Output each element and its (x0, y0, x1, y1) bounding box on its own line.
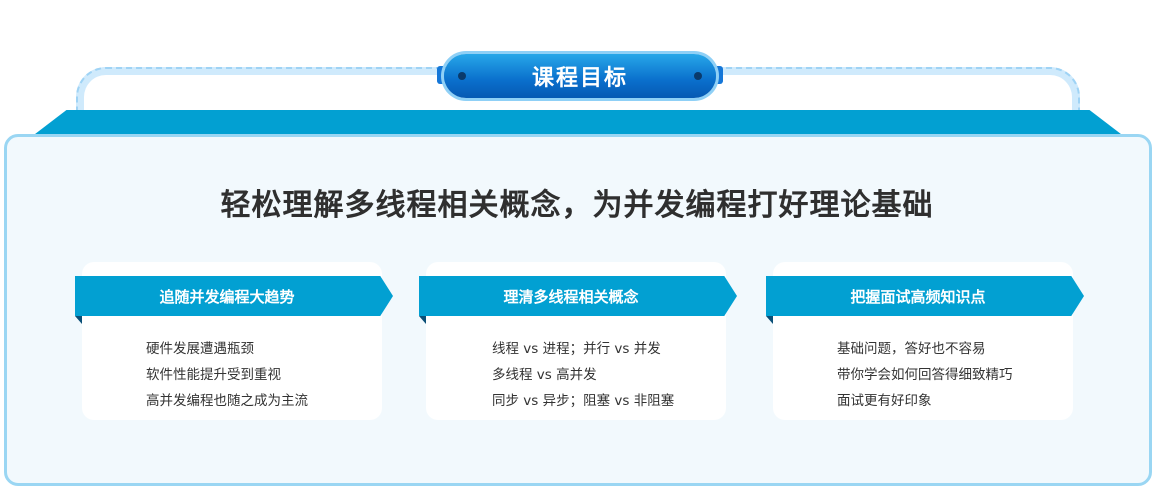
list-item: 同步 vs 异步；阻塞 vs 非阻塞 (492, 393, 675, 409)
list-item: 多线程 vs 高并发 (492, 367, 597, 383)
list-item: 带你学会如何回答得细致精巧 (837, 367, 1013, 383)
goal-card-3: 把握面试高频知识点 基础问题，答好也不容易 带你学会如何回答得细致精巧 面试更有… (766, 262, 1084, 420)
card-ribbon: 把握面试高频知识点 (766, 276, 1084, 316)
ribbon-fold (766, 316, 773, 324)
list-item: 基础问题，答好也不容易 (837, 341, 986, 357)
headline: 轻松理解多线程相关概念，为并发编程打好理论基础 (220, 188, 934, 223)
list-item: 高并发编程也随之成为主流 (146, 393, 308, 409)
card-heading: 追随并发编程大趋势 (159, 287, 295, 306)
list-item: 线程 vs 进程；并行 vs 并发 (492, 341, 661, 357)
card-list: 线程 vs 进程；并行 vs 并发 多线程 vs 高并发 同步 vs 异步；阻塞… (492, 336, 674, 414)
pill-dot-right (694, 72, 702, 80)
goal-card-2: 理清多线程相关概念 线程 vs 进程；并行 vs 并发 多线程 vs 高并发 同… (419, 262, 737, 420)
list-item: 软件性能提升受到重视 (146, 367, 281, 383)
goal-card-1: 追随并发编程大趋势 硬件发展遭遇瓶颈 软件性能提升受到重视 高并发编程也随之成为… (75, 262, 393, 420)
card-list: 硬件发展遭遇瓶颈 软件性能提升受到重视 高并发编程也随之成为主流 (146, 336, 308, 414)
card-ribbon: 理清多线程相关概念 (419, 276, 737, 316)
pill-dot-left (458, 72, 466, 80)
ribbon-fold (75, 316, 82, 324)
card-heading: 理清多线程相关概念 (503, 287, 639, 306)
list-item: 硬件发展遭遇瓶颈 (146, 341, 254, 357)
card-ribbon: 追随并发编程大趋势 (75, 276, 393, 316)
card-list: 基础问题，答好也不容易 带你学会如何回答得细致精巧 面试更有好印象 (837, 336, 1013, 414)
ribbon-fold (419, 316, 426, 324)
list-item: 面试更有好印象 (837, 393, 932, 409)
section-title: 课程目标 (444, 54, 716, 98)
card-heading: 把握面试高频知识点 (850, 287, 986, 306)
section-title-text: 课程目标 (531, 66, 628, 91)
